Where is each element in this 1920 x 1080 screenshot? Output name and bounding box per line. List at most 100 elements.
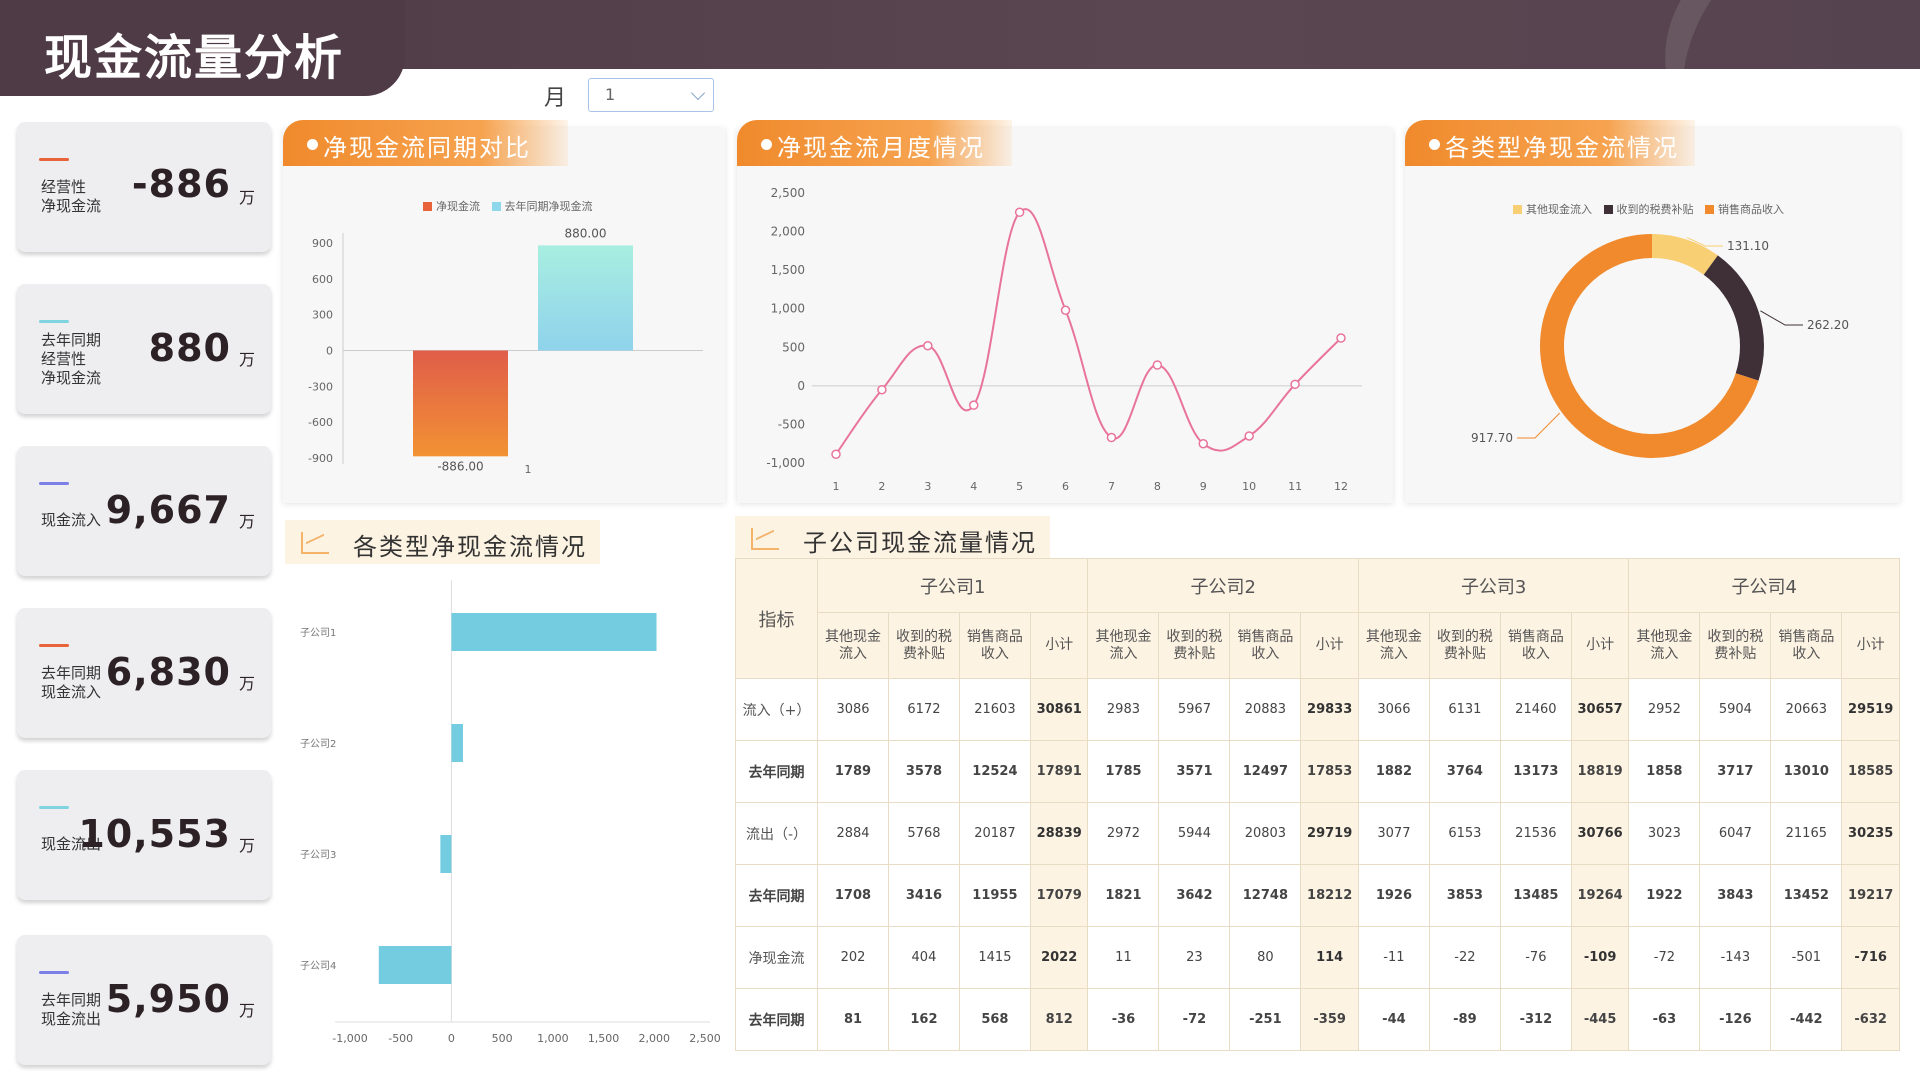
kpi-accent-bar xyxy=(39,806,69,809)
kpi-unit: 万 xyxy=(238,1001,255,1020)
row-label: 去年同期 xyxy=(735,740,818,803)
kpi-unit: 万 xyxy=(238,512,255,531)
line-chart-icon xyxy=(301,532,329,554)
kpi-value: 880 xyxy=(148,326,231,370)
table-cell: 12524 xyxy=(958,740,1031,803)
x-tick-label: 2,500 xyxy=(689,1032,721,1045)
table-cell: 3717 xyxy=(1699,740,1772,803)
table-cell: 5768 xyxy=(887,802,960,865)
x-tick-label: 11 xyxy=(1288,480,1302,493)
table-cell: 404 xyxy=(887,926,960,989)
table-cell: 19217 xyxy=(1841,864,1900,927)
yoy-panel-tab: 净现金流同期对比 xyxy=(283,120,568,166)
table-cell: 202 xyxy=(817,926,889,989)
monthly-point xyxy=(1244,431,1254,441)
kpi-unit: 万 xyxy=(238,350,255,369)
x-tick-label: 1,500 xyxy=(588,1032,620,1045)
table-cell: -44 xyxy=(1357,988,1430,1051)
y-tick-label: 1,000 xyxy=(771,302,805,316)
sub-header: 其他现金 流入 xyxy=(1357,612,1430,679)
table-cell: 5967 xyxy=(1158,678,1231,741)
table-cell: -143 xyxy=(1699,926,1772,989)
y-tick-label: -500 xyxy=(778,417,805,431)
table-index-header: 指标 xyxy=(735,558,818,679)
chevron-down-icon[interactable] xyxy=(690,85,706,101)
x-tick-label: 5 xyxy=(1016,480,1023,493)
subsidiary-bar xyxy=(378,946,452,984)
x-tick-label: 500 xyxy=(492,1032,513,1045)
table-row: 去年同期 81 162 568 812 -36 -72 -251 -359 -44 -89 -312-… xyxy=(735,988,1900,1051)
x-tick-label: 12 xyxy=(1334,480,1348,493)
sub-header: 收到的税 费补贴 xyxy=(1699,612,1772,679)
x-tick-label: 2 xyxy=(878,480,885,493)
table-cell: 1922 xyxy=(1628,864,1701,927)
x-tick-label: 0 xyxy=(448,1032,455,1045)
kpi-accent-bar xyxy=(39,320,69,323)
types-panel-tab: 各类型净现金流情况 xyxy=(1405,120,1695,166)
subsidiary-bar xyxy=(440,835,452,873)
table-cell: 1708 xyxy=(817,864,889,927)
kpi-card: 经营性 净现金流 -886 万 xyxy=(17,122,271,252)
table-cell: 23 xyxy=(1158,926,1231,989)
sub-header: 其他现金 流入 xyxy=(1087,612,1160,679)
table-cell: 20187 xyxy=(958,802,1031,865)
month-select[interactable]: 1 xyxy=(588,78,714,112)
table-cell: 21165 xyxy=(1770,802,1843,865)
x-tick-label: -1,000 xyxy=(332,1032,367,1045)
table-cell: 12748 xyxy=(1229,864,1302,927)
table-row: 去年同期 1789 3578 12524 17891 1785 3571 12497 17853… xyxy=(735,740,1900,803)
table-cell: 3023 xyxy=(1628,802,1701,865)
sub-header: 销售商品 收入 xyxy=(958,612,1031,679)
tab-dot-icon xyxy=(761,139,772,150)
table-cell: -63 xyxy=(1628,988,1701,1051)
y-tick-label: 600 xyxy=(312,273,333,286)
net-cashflow-bar xyxy=(413,350,508,457)
y-tick-label: 900 xyxy=(312,237,333,250)
y-category-label: 子公司1 xyxy=(300,627,336,639)
x-tick-label: 4 xyxy=(970,480,977,493)
yoy-chart: 900 600 300 0 -300 -600 -900 -886.00 880.00 1 xyxy=(308,226,703,476)
table-cell: 13173 xyxy=(1499,740,1572,803)
table-cell: 114 xyxy=(1300,926,1359,989)
subsidiary-bar xyxy=(451,724,463,762)
y-tick-label: -300 xyxy=(308,380,333,393)
row-label: 去年同期 xyxy=(735,864,818,927)
table-row: 流出（-） 2884 5768 20187 28839 2972 5944 20803 2971… xyxy=(735,802,1900,865)
kpi-card: 现金流入 9,667 万 xyxy=(17,446,271,576)
kpi-card: 去年同期 现金流入 6,830 万 xyxy=(17,608,271,738)
monthly-panel: 2,500 2,000 1,500 1,000 500 0 -500 -1,000 1 2 3 4 5 6… xyxy=(737,128,1393,503)
table-cell: 1415 xyxy=(958,926,1031,989)
monthly-point xyxy=(923,340,933,351)
y-tick-label: 500 xyxy=(782,340,805,354)
donut-value-label: 131.10 xyxy=(1727,239,1769,253)
table-cell: 29833 xyxy=(1300,678,1359,741)
month-filter-label: 月 xyxy=(544,86,567,111)
subsidiary-bar-chart: -1,000 -500 0 500 1,000 1,500 2,000 2,500 子公司1 子公… xyxy=(300,580,721,1045)
table-cell: 17079 xyxy=(1029,864,1089,927)
table-cell: 6047 xyxy=(1699,802,1772,865)
table-cell: 1785 xyxy=(1087,740,1160,803)
table-cell: 1926 xyxy=(1357,864,1430,927)
y-tick-label: -900 xyxy=(308,452,333,465)
bar-value-label: 880.00 xyxy=(565,226,607,240)
table-cell: 80 xyxy=(1229,926,1302,989)
y-tick-label: 0 xyxy=(326,345,333,358)
company-header: 子公司3 xyxy=(1357,558,1630,613)
y-tick-label: 300 xyxy=(312,309,333,322)
kpi-card: 去年同期 经营性 净现金流 880 万 xyxy=(17,284,271,414)
x-tick-label: 9 xyxy=(1200,480,1207,493)
kpi-card: 现金流出 10,553 万 xyxy=(17,770,271,900)
types-panel: 其他现金流入 收到的税费补贴 销售商品收入 131.10 262.20 917.70 xyxy=(1405,128,1900,503)
table-cell: 568 xyxy=(958,988,1031,1051)
table-cell: -312 xyxy=(1499,988,1572,1051)
table-cell: 18819 xyxy=(1570,740,1630,803)
y-category-label: 子公司2 xyxy=(300,738,336,750)
table-cell: 29519 xyxy=(1841,678,1900,741)
monthly-point xyxy=(1014,207,1025,218)
kpi-label: 经营性 净现金流 xyxy=(41,178,102,215)
table-cell: -716 xyxy=(1841,926,1900,989)
sub-header: 销售商品 收入 xyxy=(1770,612,1843,679)
month-select-value: 1 xyxy=(605,85,616,104)
table-cell: 17853 xyxy=(1300,740,1359,803)
table-cell: 6153 xyxy=(1428,802,1501,865)
